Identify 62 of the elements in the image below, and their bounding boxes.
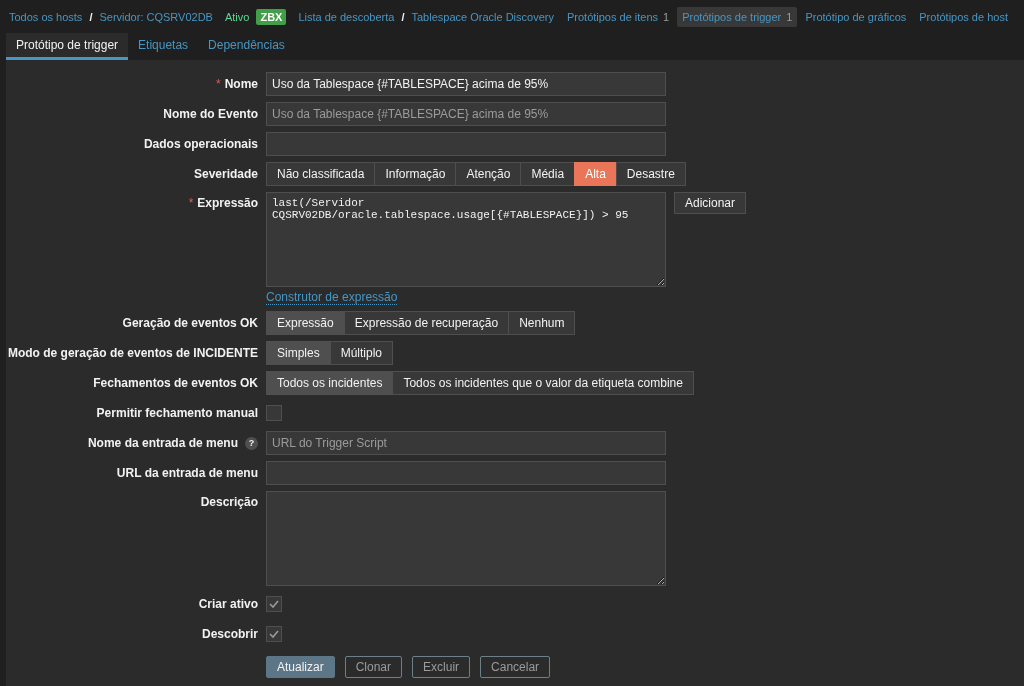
expression-builder-link[interactable]: Construtor de expressão <box>266 290 398 305</box>
breadcrumb-separator: / <box>88 10 94 23</box>
segmented-option[interactable]: Expressão <box>266 311 345 335</box>
text-field[interactable]: Uso da Tablespace {#TABLESPACE} acima de 95% <box>266 102 666 126</box>
segmented-option[interactable]: Expressão de recuperação <box>343 311 510 335</box>
severity-option[interactable]: Informação <box>374 162 457 186</box>
text-field[interactable] <box>266 461 666 485</box>
severity-option[interactable]: Atenção <box>455 162 522 186</box>
checkbox[interactable] <box>266 626 282 642</box>
nav-tab[interactable]: Protótipos de host <box>914 6 1013 27</box>
form-tab[interactable]: Protótipo de trigger <box>6 33 129 60</box>
zbx-badge: ZBX <box>256 8 287 25</box>
breadcrumb-link[interactable]: Lista de descoberta <box>293 10 400 23</box>
field-label: Severidade <box>193 167 258 181</box>
checkbox[interactable] <box>266 596 282 612</box>
segmented-option[interactable]: Simples <box>266 341 331 365</box>
required-mark: * <box>188 196 194 210</box>
checkmark-icon <box>269 630 279 638</box>
severity-option[interactable]: Desastre <box>615 162 686 186</box>
segmented-option[interactable]: Todos os incidentes que o valor da etiqueta combine <box>392 371 694 395</box>
description-field[interactable] <box>266 491 666 586</box>
field-label: Nome da entrada de menu <box>87 436 238 450</box>
checkbox[interactable] <box>266 405 282 421</box>
form-button[interactable]: Atualizar <box>266 656 335 678</box>
nav-tab[interactable]: Protótipos de itens 1 <box>561 6 675 27</box>
segmented-option[interactable]: Todos os incidentes <box>266 371 394 395</box>
breadcrumb-link[interactable]: Todos os hosts <box>4 10 88 23</box>
form-button[interactable]: Excluir <box>412 656 471 678</box>
expression-field[interactable]: last(/Servidor CQSRV02DB/oracle.tablespace.usage[{#TABLESPACE}]) > 95 <box>266 192 666 287</box>
form-tab[interactable]: Etiquetas <box>128 33 199 60</box>
form-button[interactable]: Cancelar <box>480 656 551 678</box>
breadcrumb-link[interactable]: Tablespace Oracle Discovery <box>406 10 559 23</box>
segmented-option[interactable]: Nenhum <box>508 311 576 335</box>
field-label: Dados operacionais <box>143 137 258 151</box>
field-label: Nome <box>224 77 258 91</box>
field-label: Fechamentos de eventos OK <box>93 376 258 390</box>
severity-option[interactable]: Média <box>520 162 576 186</box>
form-tab[interactable]: Dependências <box>198 33 295 60</box>
text-field[interactable]: URL do Trigger Script <box>266 431 666 455</box>
required-mark: * <box>216 77 221 91</box>
form-button[interactable]: Clonar <box>344 656 403 678</box>
field-label: URL da entrada de menu <box>116 466 258 480</box>
field-label: Descrição <box>200 495 258 509</box>
help-icon[interactable]: ? <box>245 436 258 450</box>
segmented-option[interactable]: Múltiplo <box>329 341 394 365</box>
nav-tab[interactable]: Protótipos de trigger 1 <box>677 6 798 27</box>
add-button[interactable]: Adicionar <box>674 192 747 214</box>
text-field[interactable]: Uso da Tablespace {#TABLESPACE} acima de 95% <box>266 72 666 96</box>
field-label: Descobrir <box>201 627 258 641</box>
status-text: Ativo <box>223 10 251 23</box>
nav-tab[interactable]: Protótipo de gráficos <box>800 6 912 27</box>
field-label: Expressão <box>197 196 258 210</box>
text-field[interactable] <box>266 132 666 156</box>
field-label: Nome do Evento <box>163 107 258 121</box>
field-label: Criar ativo <box>198 597 258 611</box>
checkmark-icon <box>269 600 279 608</box>
severity-option[interactable]: Não classificada <box>266 162 376 186</box>
field-label: Geração de eventos OK <box>122 316 258 330</box>
field-label: Permitir fechamento manual <box>96 406 258 420</box>
breadcrumb-separator: / <box>400 10 406 23</box>
breadcrumb-link[interactable]: Servidor: CQSRV02DB <box>94 10 218 23</box>
field-label: Modo de geração de eventos de INCIDENTE <box>7 346 258 360</box>
